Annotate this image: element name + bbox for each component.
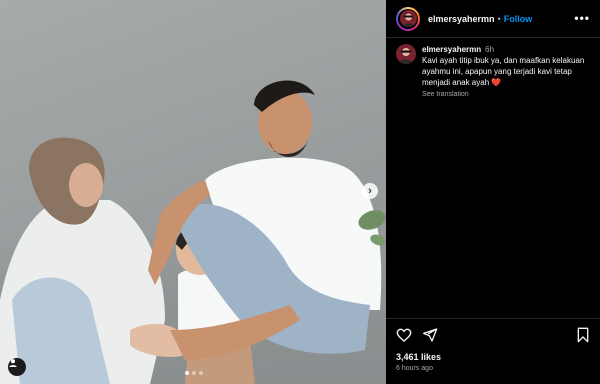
caption-body: elmersyahermn 6h Kavi ayah titip ibuk ya,… [422, 44, 592, 100]
share-icon[interactable] [422, 327, 438, 343]
tagged-people-button[interactable] [8, 358, 26, 376]
post-timestamp: 6 hours ago [396, 365, 433, 372]
caption-avatar[interactable] [396, 44, 416, 64]
post-side-panel: elmersyahermn • Follow ••• elmersyahermn… [386, 0, 600, 384]
person-icon [9, 359, 17, 367]
avatar-image [399, 10, 417, 27]
post-header: elmersyahermn • Follow ••• [386, 0, 600, 38]
caption-text: Kavi ayah titip ibuk ya, dan maafkan kel… [422, 56, 585, 87]
bookmark-icon[interactable] [576, 327, 590, 343]
heart-icon[interactable] [396, 327, 412, 343]
heart-emoji: ❤️ [491, 78, 502, 87]
header-username[interactable]: elmersyahermn [428, 14, 495, 24]
post-actions: 3,461 likes 6 hours ago [386, 318, 600, 384]
chevron-right-icon: › [368, 184, 372, 197]
carousel-indicator [185, 371, 203, 375]
photo-illustration [0, 80, 386, 384]
likes-count[interactable]: 3,461 likes [396, 352, 441, 362]
post-photo[interactable]: › [0, 0, 386, 384]
see-translation-link[interactable]: See translation [422, 89, 592, 100]
more-horizontal-icon[interactable]: ••• [574, 11, 590, 25]
carousel-dot [185, 371, 189, 375]
carousel-dot [199, 371, 203, 375]
follow-button[interactable]: Follow [504, 14, 533, 24]
header-separator: • [497, 13, 501, 24]
next-slide-button[interactable]: › [362, 183, 378, 199]
carousel-dot [192, 371, 196, 375]
caption-username[interactable]: elmersyahermn [422, 45, 481, 54]
avatar[interactable] [396, 6, 420, 31]
caption-time: 6h [485, 45, 495, 54]
post-caption: elmersyahermn 6h Kavi ayah titip ibuk ya,… [396, 44, 592, 100]
